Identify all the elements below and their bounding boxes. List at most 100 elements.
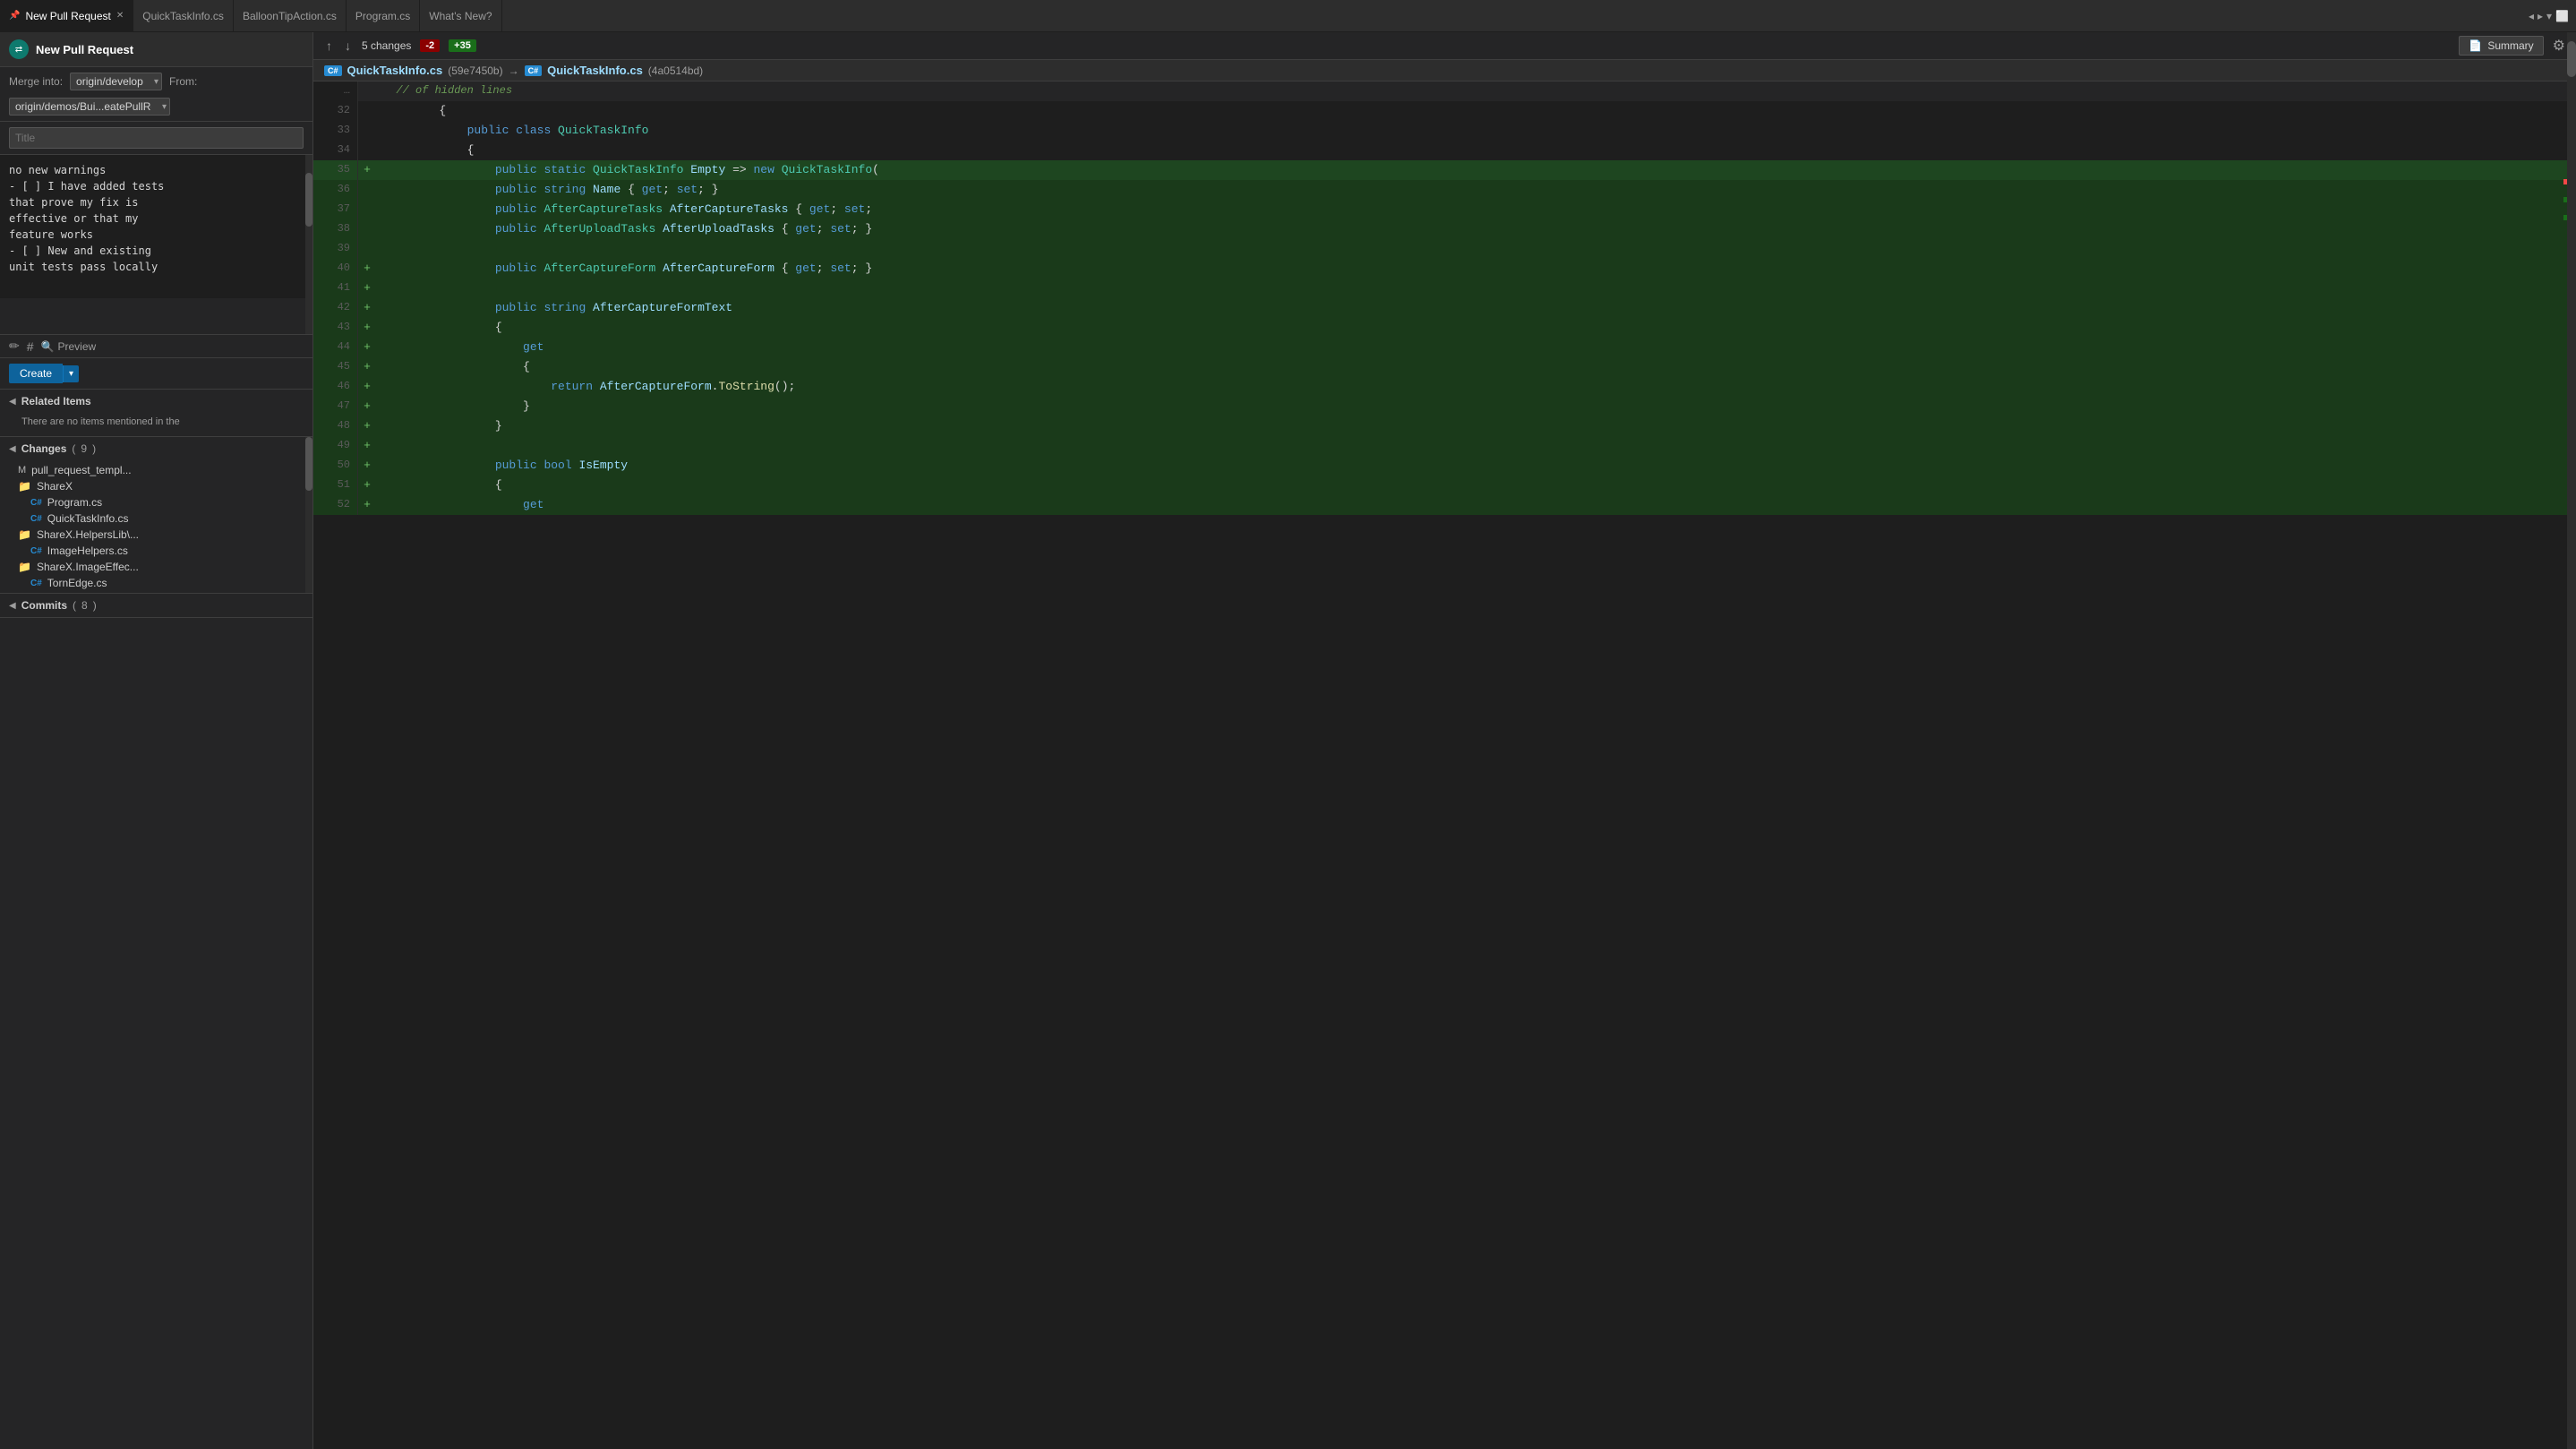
diff-code: public AfterUploadTasks AfterUploadTasks… <box>376 219 2576 239</box>
diff-line: 38 public AfterUploadTasks AfterUploadTa… <box>313 219 2576 239</box>
create-dropdown-button[interactable]: ▾ <box>63 365 79 382</box>
diff-code: public string Name { get; set; } <box>376 180 2576 200</box>
to-hash: (4a0514bd) <box>648 64 703 77</box>
related-items-section: ◀ Related Items There are no items menti… <box>0 390 312 437</box>
diff-code: return AfterCaptureForm.ToString(); <box>376 377 2576 397</box>
list-item[interactable]: M pull_request_templ... <box>0 462 312 478</box>
diff-indicator: + <box>358 476 376 495</box>
diff-line: 52 + get <box>313 495 2576 515</box>
changes-list: M pull_request_templ... 📁 ShareX C# Prog… <box>0 460 312 593</box>
changes-arrow: ◀ <box>9 444 16 454</box>
edit-icon[interactable]: ✏ <box>9 339 20 354</box>
diff-content[interactable]: … // of hidden lines 32 { 33 public clas… <box>313 81 2576 1449</box>
line-number: 36 <box>313 180 358 200</box>
diff-code: } <box>376 416 2576 436</box>
list-item[interactable]: C# ImageHelpers.cs <box>0 543 312 559</box>
line-number: 35 <box>313 160 358 180</box>
changes-count-num: 9 <box>81 442 87 455</box>
changes-count: ( <box>72 442 75 455</box>
diff-indicator <box>358 101 376 121</box>
related-items-header[interactable]: ◀ Related Items <box>0 390 312 413</box>
hash-icon[interactable]: # <box>27 339 34 354</box>
summary-button[interactable]: 📄 Summary <box>2459 36 2543 56</box>
description-area: no new warnings - [ ] I have added tests… <box>0 155 312 334</box>
tab-pin-icon: 📌 <box>9 11 20 21</box>
list-item[interactable]: 📁 ShareX.ImageEffec... <box>0 559 312 575</box>
diff-indicator <box>358 141 376 160</box>
list-item[interactable]: 📁 ShareX.HelpersLib\... <box>0 527 312 543</box>
diff-line: 43 + { <box>313 318 2576 338</box>
file-name: ImageHelpers.cs <box>47 544 128 557</box>
right-panel: ↑ ↓ 5 changes -2 +35 📄 Summary ⚙ C# Quic… <box>313 32 2576 1449</box>
line-number: 49 <box>313 436 358 456</box>
list-item[interactable]: C# Program.cs <box>0 494 312 510</box>
list-item[interactable]: C# QuickTaskInfo.cs <box>0 510 312 527</box>
diff-down-button[interactable]: ↓ <box>343 37 353 55</box>
changes-title: Changes <box>21 442 67 455</box>
tab-label: What's New? <box>429 10 492 22</box>
diff-line: 39 <box>313 239 2576 259</box>
commits-arrow: ◀ <box>9 601 16 611</box>
line-number: 46 <box>313 377 358 397</box>
commits-header[interactable]: ◀ Commits ( 8 ) <box>0 594 312 617</box>
tab-quicktaskinfo[interactable]: QuickTaskInfo.cs <box>133 0 234 32</box>
tab-close-icon[interactable]: ✕ <box>116 11 124 21</box>
tab-program[interactable]: Program.cs <box>347 0 420 32</box>
tab-menu-icon[interactable]: ▾ <box>2546 10 2552 22</box>
diff-additions-badge: +35 <box>449 39 476 52</box>
diff-code <box>376 279 2576 298</box>
diff-indicator <box>358 180 376 200</box>
list-item[interactable]: C# TornEdge.cs <box>0 575 312 591</box>
diff-code: { <box>376 318 2576 338</box>
diff-line: 47 + } <box>313 397 2576 416</box>
diff-code: { <box>376 357 2576 377</box>
diff-code: get <box>376 495 2576 515</box>
tab-overflow-arrows[interactable]: ◂ ▸ ▾ ⬜ <box>2521 10 2576 22</box>
restore-icon[interactable]: ⬜ <box>2555 10 2569 22</box>
diff-line: 32 { <box>313 101 2576 121</box>
tab-right-arrow[interactable]: ▸ <box>2537 10 2543 22</box>
from-branch-select[interactable]: origin/demos/Bui...eatePullRequestV1 <box>9 98 170 116</box>
md-file-icon: M <box>18 465 26 476</box>
from-hash: (59e7450b) <box>448 64 502 77</box>
commits-section: ◀ Commits ( 8 ) <box>0 594 312 618</box>
description-textarea[interactable]: no new warnings - [ ] I have added tests… <box>0 155 312 298</box>
diff-indicator: + <box>358 357 376 377</box>
commits-count-num: 8 <box>81 599 88 612</box>
preview-eye-icon: 🔍 <box>41 340 55 353</box>
create-main-button[interactable]: Create <box>9 364 63 383</box>
merge-branch-select[interactable]: origin/develop <box>70 73 162 90</box>
diff-indicator <box>358 121 376 141</box>
tab-left-arrow[interactable]: ◂ <box>2529 10 2534 22</box>
tab-label: New Pull Request <box>25 10 110 22</box>
diff-line: 46 + return AfterCaptureForm.ToString(); <box>313 377 2576 397</box>
line-number: 43 <box>313 318 358 338</box>
pr-header: ⇄ New Pull Request <box>0 32 312 67</box>
diff-indicator <box>358 239 376 259</box>
diff-code: public class QuickTaskInfo <box>376 121 2576 141</box>
diff-up-button[interactable]: ↑ <box>324 37 334 55</box>
tab-new-pull-request[interactable]: 📌 New Pull Request ✕ <box>0 0 133 32</box>
title-input[interactable] <box>9 127 304 149</box>
diff-indicator <box>358 200 376 219</box>
pr-icon-symbol: ⇄ <box>15 45 22 55</box>
line-number: 34 <box>313 141 358 160</box>
list-item[interactable]: 📁 ShareX <box>0 478 312 494</box>
tab-balloontipaction[interactable]: BalloonTipAction.cs <box>234 0 347 32</box>
tab-whats-new[interactable]: What's New? <box>420 0 501 32</box>
diff-line: 37 public AfterCaptureTasks AfterCapture… <box>313 200 2576 219</box>
diff-settings-icon[interactable]: ⚙ <box>2553 37 2565 55</box>
preview-button[interactable]: 🔍 Preview <box>41 340 97 353</box>
line-number: 48 <box>313 416 358 436</box>
line-number: 45 <box>313 357 358 377</box>
folder-icon: 📁 <box>18 561 31 573</box>
changes-header[interactable]: ◀ Changes ( 9 ) <box>0 437 312 460</box>
line-number: 37 <box>313 200 358 219</box>
diff-toolbar: ↑ ↓ 5 changes -2 +35 📄 Summary ⚙ <box>313 32 2576 60</box>
line-number: 44 <box>313 338 358 357</box>
pr-title: New Pull Request <box>36 43 133 56</box>
diff-marker-del <box>2563 179 2567 184</box>
diff-indicator: + <box>358 160 376 180</box>
line-number: 38 <box>313 219 358 239</box>
from-cs-badge: C# <box>324 65 342 76</box>
